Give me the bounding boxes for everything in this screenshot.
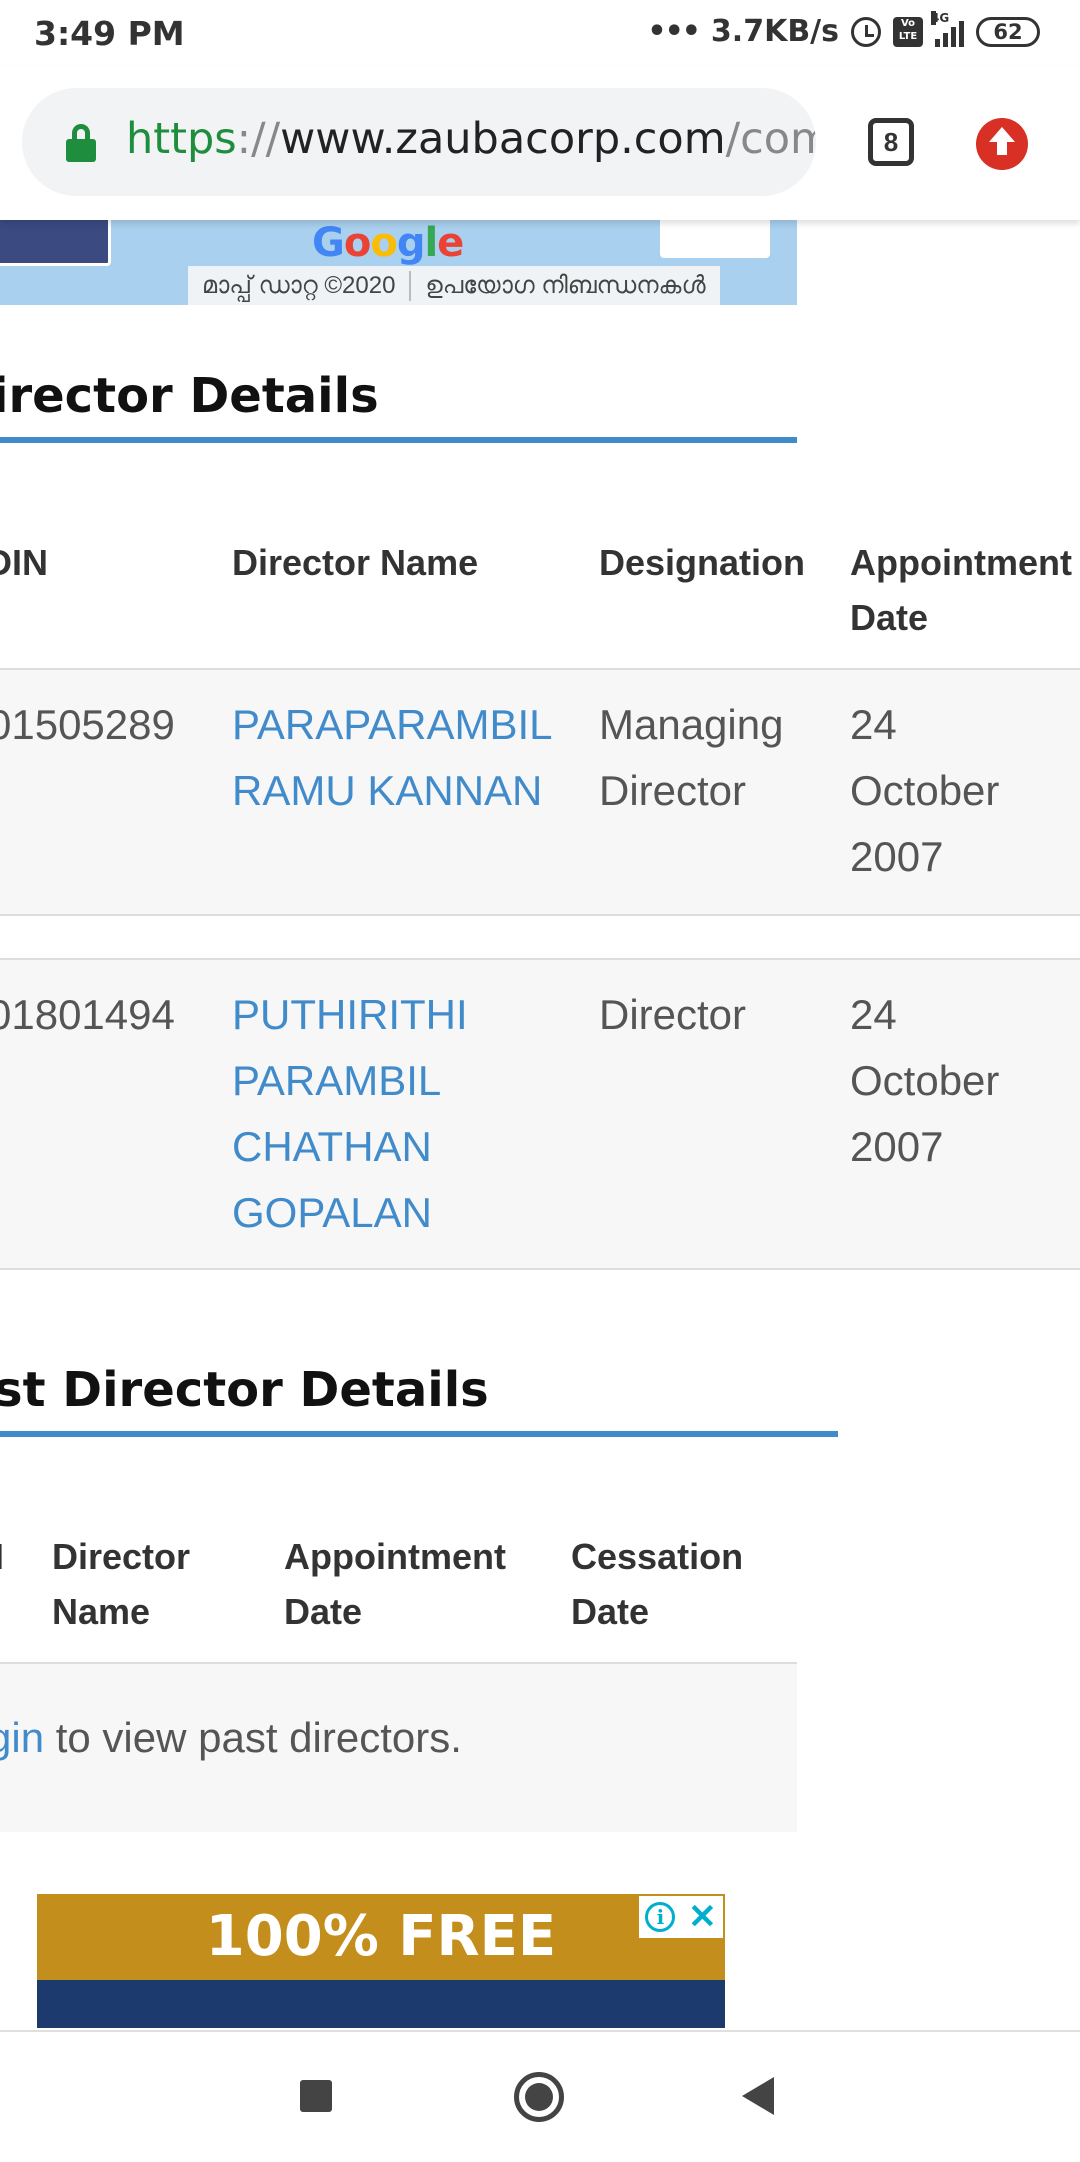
upload-arrow-icon[interactable] xyxy=(976,118,1028,170)
row2-date-line1: 24 xyxy=(850,991,897,1038)
row2-name-line3[interactable]: CHATHAN xyxy=(232,1114,468,1180)
status-time: 3:49 PM xyxy=(34,14,185,53)
ad-choices-badge[interactable]: i ✕ xyxy=(639,1896,723,1938)
ad-image[interactable] xyxy=(37,1980,725,2028)
row2-designation-line1: Director xyxy=(599,991,747,1038)
battery-icon: 62 xyxy=(976,16,1040,47)
ad-banner[interactable]: 100% FREE i ✕ xyxy=(37,1894,725,2028)
url-path: /com xyxy=(725,114,816,164)
tab-switcher-button[interactable]: 8 xyxy=(868,118,914,166)
map-thumbnail[interactable] xyxy=(0,220,111,266)
row1-date-line1: 24 xyxy=(850,701,897,748)
login-link[interactable]: gin xyxy=(0,1714,44,1761)
past-header-appointment-line2: Date xyxy=(284,1591,363,1632)
close-icon[interactable]: ✕ xyxy=(688,1900,717,1934)
status-icons: ••• 3.7KB/s Vo LTE 4G 62 xyxy=(647,10,1040,49)
map-attribution: മാപ്പ് ഡാറ്റ ©2020 ഉപയോഗ നിബന്ധനകൾ xyxy=(188,266,720,305)
row1-designation: Managing Director xyxy=(599,692,783,824)
status-dots: ••• xyxy=(647,14,701,49)
row1-director-name-link[interactable]: PARAPARAMBIL RAMU KANNAN xyxy=(232,692,553,824)
volte-icon: Vo LTE xyxy=(893,16,923,47)
past-header-cessation-line1: Cessation xyxy=(571,1536,744,1577)
navigation-bar xyxy=(0,2030,1080,2162)
past-header-din: I xyxy=(0,1529,4,1584)
past-header-name-line2: Name xyxy=(52,1591,151,1632)
status-bar: 3:49 PM ••• 3.7KB/s Vo LTE 4G 62 xyxy=(0,0,1080,66)
header-appointment: Appointment Date xyxy=(850,535,1072,645)
row2-designation: Director xyxy=(599,982,746,1048)
row1-date-line2: October xyxy=(850,767,1000,814)
header-appointment-line2: Date xyxy=(850,597,929,638)
home-icon[interactable] xyxy=(514,2072,564,2122)
url-host: www.zaubacorp.com xyxy=(280,114,726,164)
lock-icon[interactable] xyxy=(66,124,96,162)
row1-name-line2[interactable]: RAMU KANNAN xyxy=(232,758,553,824)
row2-name-line2[interactable]: PARAMBIL xyxy=(232,1048,468,1114)
map-embed[interactable]: Google മാപ്പ് ഡാറ്റ ©2020 ഉപയോഗ നിബന്ധനക… xyxy=(0,220,797,305)
director-details-title: irector Details xyxy=(0,368,379,424)
past-header-name-line1: Director xyxy=(52,1536,191,1577)
row2-name-line4[interactable]: GOPALAN xyxy=(232,1180,468,1246)
past-header-cessation: Cessation Date xyxy=(571,1529,743,1639)
network-speed: 3.7KB/s xyxy=(710,14,839,49)
row1-din: 01505289 xyxy=(0,701,175,748)
past-header-appointment-line1: Appointment xyxy=(284,1536,506,1577)
back-icon[interactable] xyxy=(742,2077,774,2115)
row1-designation-line1: Managing xyxy=(599,701,784,748)
row1-date-line3: 2007 xyxy=(850,833,944,880)
row1-appointment-date: 24 October 2007 xyxy=(850,692,999,890)
address-bar[interactable]: https://www.zaubacorp.com/com xyxy=(22,88,816,196)
browser-toolbar: https://www.zaubacorp.com/com 8 xyxy=(0,66,1080,220)
map-terms-link[interactable]: ഉപയോഗ നിബന്ധനകൾ xyxy=(411,272,719,300)
past-directors-message-text: to view past directors. xyxy=(44,1714,462,1761)
past-header-cessation-line2: Date xyxy=(571,1591,650,1632)
map-data-credit: മാപ്പ് ഡാറ്റ ©2020 xyxy=(202,271,396,299)
google-logo: Google xyxy=(312,220,464,266)
past-directors-message: gin to view past directors. xyxy=(0,1714,462,1762)
past-director-details-rule xyxy=(0,1431,838,1437)
row1-designation-line2: Director xyxy=(599,767,747,814)
row2-date-line3: 2007 xyxy=(850,1123,944,1170)
header-designation: Designation xyxy=(599,542,806,583)
map-control[interactable] xyxy=(660,220,770,258)
past-header-appointment: Appointment Date xyxy=(284,1529,506,1639)
info-icon[interactable]: i xyxy=(645,1902,676,1932)
row2-din: 01801494 xyxy=(0,991,175,1038)
signal-icon: 4G xyxy=(931,10,964,47)
header-director-name: Director Name xyxy=(232,542,479,583)
header-appointment-line1: Appointment xyxy=(850,542,1072,583)
row2-director-name-link[interactable]: PUTHIRITHI PARAMBIL CHATHAN GOPALAN xyxy=(232,982,468,1246)
row2-appointment-date: 24 October 2007 xyxy=(850,982,999,1180)
past-director-details-title: st Director Details xyxy=(0,1362,489,1418)
row2-date-line2: October xyxy=(850,1057,1000,1104)
past-header-director-name: Director Name xyxy=(52,1529,190,1639)
url-text[interactable]: https://www.zaubacorp.com/com xyxy=(126,114,816,164)
url-scheme: https xyxy=(126,114,237,164)
network-type-label: 4G xyxy=(931,10,950,25)
director-details-rule xyxy=(0,437,797,443)
row2-name-line1[interactable]: PUTHIRITHI xyxy=(232,982,468,1048)
recents-icon[interactable] xyxy=(300,2080,332,2112)
header-din: DIN xyxy=(0,542,48,583)
url-separator: :// xyxy=(236,114,281,164)
row1-name-line1[interactable]: PARAPARAMBIL xyxy=(232,692,553,758)
alarm-icon xyxy=(851,16,881,47)
ad-headline[interactable]: 100% FREE xyxy=(37,1904,725,1969)
